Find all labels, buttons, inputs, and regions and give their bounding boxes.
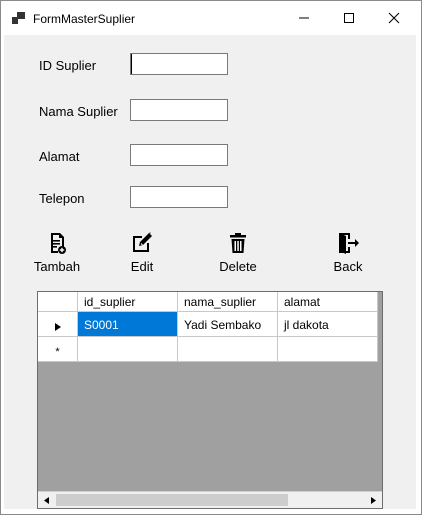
id-suplier-field[interactable] <box>130 53 228 75</box>
form-client-area: ID Suplier Nama Suplier Alamat Telepon T… <box>4 35 416 509</box>
alamat-input[interactable] <box>131 145 227 165</box>
delete-button[interactable]: Delete <box>203 231 273 279</box>
add-document-icon <box>51 233 66 254</box>
alamat-label: Alamat <box>39 149 80 164</box>
nama-suplier-label: Nama Suplier <box>39 104 118 119</box>
telepon-input[interactable] <box>131 187 227 207</box>
horizontal-scrollbar[interactable] <box>38 491 382 508</box>
current-row-arrow-icon <box>54 323 61 331</box>
column-header-id-suplier[interactable]: id_suplier <box>78 292 178 312</box>
minimize-button[interactable] <box>281 1 327 35</box>
id-suplier-input[interactable] <box>131 54 227 74</box>
nama-suplier-field[interactable] <box>130 99 228 121</box>
title-bar[interactable]: FormMasterSuplier <box>1 1 421 35</box>
nama-suplier-input[interactable] <box>131 100 227 120</box>
scrollbar-thumb[interactable] <box>56 494 288 506</box>
new-row-marker: * <box>55 346 60 358</box>
edit-button[interactable]: Edit <box>107 231 177 279</box>
row-header[interactable] <box>38 312 78 337</box>
new-row-header[interactable]: * <box>38 337 78 362</box>
minimize-icon <box>299 17 309 19</box>
table-row[interactable]: S0001 Yadi Sembako jl dakota <box>38 312 378 337</box>
cell-nama-suplier[interactable]: Yadi Sembako <box>178 312 278 337</box>
scroll-right-icon <box>371 496 376 504</box>
tambah-label: Tambah <box>33 259 81 274</box>
maximize-icon <box>344 13 354 23</box>
back-label: Back <box>333 259 363 274</box>
cell-id-suplier[interactable]: S0001 <box>78 312 178 337</box>
window-title: FormMasterSuplier <box>33 12 136 26</box>
edit-label: Edit <box>130 259 154 274</box>
grid-header-row: id_suplier nama_suplier alamat <box>38 292 378 312</box>
trash-icon <box>230 233 246 253</box>
scroll-right-button[interactable] <box>365 492 382 508</box>
exit-door-icon <box>339 233 359 254</box>
grid-corner-header[interactable] <box>38 292 78 312</box>
close-button[interactable] <box>371 1 417 35</box>
scroll-left-button[interactable] <box>38 492 55 508</box>
column-header-nama-suplier[interactable]: nama_suplier <box>178 292 278 312</box>
back-button[interactable]: Back <box>313 231 383 279</box>
app-icon <box>12 12 25 24</box>
suplier-data-grid[interactable]: id_suplier nama_suplier alamat S0001 Yad… <box>37 291 383 509</box>
telepon-field[interactable] <box>130 186 228 208</box>
new-cell-id-suplier[interactable] <box>78 337 178 362</box>
telepon-label: Telepon <box>39 191 85 206</box>
scroll-left-icon <box>44 496 49 504</box>
delete-label: Delete <box>219 259 257 274</box>
maximize-button[interactable] <box>326 1 372 35</box>
cell-alamat[interactable]: jl dakota <box>278 312 378 337</box>
close-icon <box>388 12 400 24</box>
new-table-row[interactable]: * <box>38 337 378 362</box>
tambah-button[interactable]: Tambah <box>22 231 92 279</box>
alamat-field[interactable] <box>130 144 228 166</box>
form-master-suplier-window: FormMasterSuplier ID Suplier Nama Suplie… <box>0 0 422 515</box>
column-header-alamat[interactable]: alamat <box>278 292 378 312</box>
edit-icon <box>133 232 152 252</box>
new-cell-nama-suplier[interactable] <box>178 337 278 362</box>
id-suplier-label: ID Suplier <box>39 58 97 73</box>
new-cell-alamat[interactable] <box>278 337 378 362</box>
